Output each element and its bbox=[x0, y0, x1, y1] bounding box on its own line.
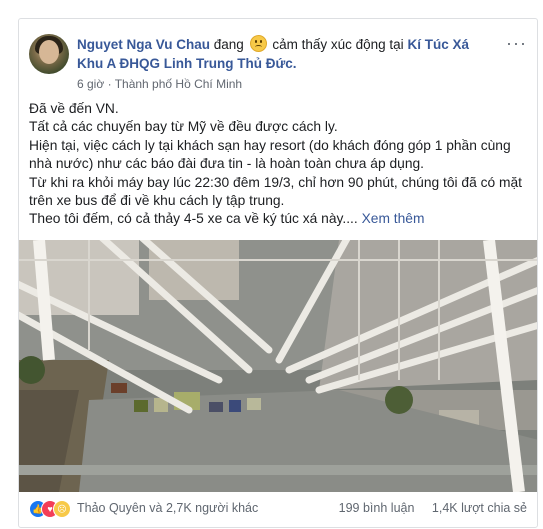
see-more-link[interactable]: Xem thêm bbox=[362, 211, 425, 226]
feeling-text: cảm thấy xúc động tại bbox=[272, 37, 404, 52]
feeling-prefix: đang bbox=[213, 37, 244, 52]
post-meta: 6 giờ · Thành phố Hồ Chí Minh bbox=[77, 77, 242, 91]
author-name[interactable]: Nguyet Nga Vu Chau bbox=[77, 37, 210, 52]
body-line-text: Theo tôi đếm, có cả thảy 4-5 xe ca về ký… bbox=[29, 211, 358, 227]
engagement-counts: 199 bình luận 1,4K lượt chia sẻ bbox=[325, 501, 527, 515]
post-header: Nguyet Nga Vu Chau đang cảm thấy xúc độn… bbox=[77, 35, 487, 73]
post-photo[interactable] bbox=[19, 240, 537, 492]
reaction-names[interactable]: Thảo Quyên và 2,7K người khác bbox=[77, 501, 258, 515]
body-line: Đã về đến VN. bbox=[29, 101, 119, 116]
sad-face-icon bbox=[249, 35, 267, 52]
sad-icon: ☹ bbox=[53, 500, 71, 518]
avatar-face bbox=[39, 40, 59, 64]
comments-count[interactable]: 199 bình luận bbox=[339, 501, 415, 515]
post-time[interactable]: 6 giờ bbox=[77, 77, 104, 91]
shares-count[interactable]: 1,4K lượt chia sẻ bbox=[432, 501, 527, 515]
post-body: Đã về đến VN. Tất cả các chuyến bay từ M… bbox=[29, 100, 529, 229]
post-card: Nguyet Nga Vu Chau đang cảm thấy xúc độn… bbox=[18, 18, 538, 528]
post-city[interactable]: Thành phố Hồ Chí Minh bbox=[115, 77, 242, 91]
photo-illustration bbox=[19, 240, 537, 492]
body-line: Từ khi ra khỏi máy bay lúc 22:30 đêm 19/… bbox=[29, 174, 523, 209]
post-footer: 👍 ♥ ☹ Thảo Quyên và 2,7K người khác 199 … bbox=[19, 495, 537, 525]
body-line: Tất cả các chuyến bay từ Mỹ về đều được … bbox=[29, 119, 338, 135]
body-line: Hiện tại, việc cách ly tại khách sạn hay… bbox=[29, 137, 511, 172]
avatar[interactable] bbox=[29, 34, 69, 74]
body-line-last: Theo tôi đếm, có cả thảy 4-5 xe ca về ký… bbox=[29, 210, 529, 228]
more-options-icon[interactable]: ··· bbox=[506, 33, 527, 54]
meta-separator: · bbox=[107, 77, 112, 91]
